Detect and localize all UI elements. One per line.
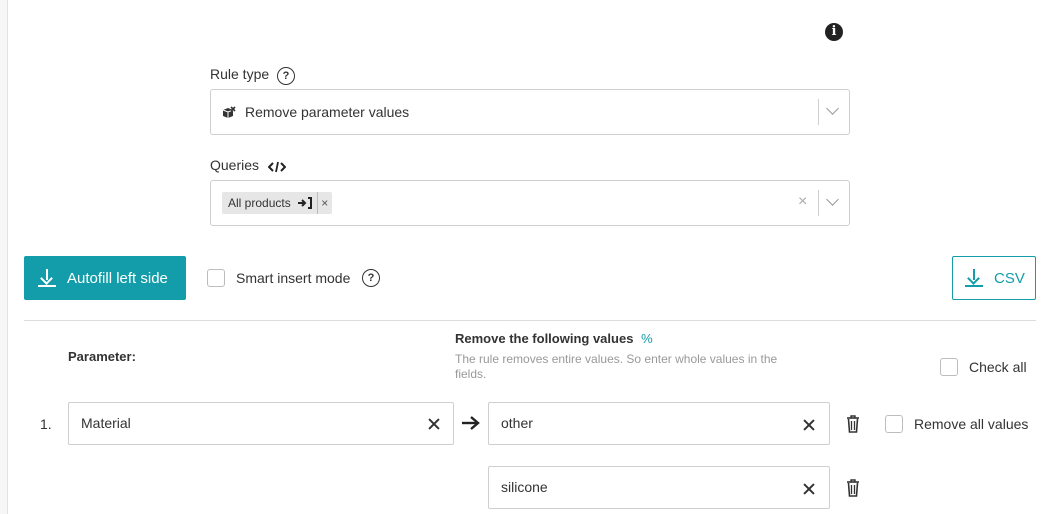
- value-input[interactable]: silicone: [488, 466, 830, 509]
- parameter-value: Material: [81, 415, 131, 431]
- check-all-checkbox[interactable]: [940, 358, 958, 376]
- check-all-label: Check all: [969, 359, 1027, 375]
- clear-value-icon[interactable]: [802, 482, 816, 496]
- smart-insert-label: Smart insert mode: [236, 270, 351, 286]
- box-remove-icon: [222, 106, 236, 118]
- arrow-right-icon: [462, 416, 480, 430]
- trash-icon[interactable]: [846, 415, 860, 433]
- query-chip-label: All products: [228, 196, 291, 210]
- value-text: other: [501, 415, 533, 431]
- parameter-header: Parameter:: [68, 349, 136, 364]
- left-panel-border: [0, 0, 8, 514]
- remove-all-label: Remove all values: [914, 416, 1029, 432]
- chip-remove-icon[interactable]: ×: [316, 192, 332, 214]
- value-input[interactable]: other: [488, 402, 830, 445]
- clear-parameter-icon[interactable]: [427, 417, 441, 431]
- autofill-label: Autofill left side: [67, 269, 168, 287]
- section-divider: [24, 320, 1036, 321]
- download-icon: [38, 268, 56, 288]
- info-icon[interactable]: i: [825, 23, 843, 41]
- csv-button[interactable]: CSV: [952, 256, 1036, 300]
- select-divider: [818, 190, 819, 216]
- query-chip: All products ×: [222, 192, 332, 214]
- row-number: 1.: [40, 416, 52, 432]
- clear-value-icon[interactable]: [802, 418, 816, 432]
- rule-type-select[interactable]: Remove parameter values: [210, 89, 850, 135]
- trash-icon[interactable]: [846, 479, 860, 497]
- smart-insert-checkbox[interactable]: [207, 269, 225, 287]
- download-icon: [965, 268, 983, 288]
- remove-all-checkbox[interactable]: [885, 415, 903, 433]
- values-header-text: Remove the following values: [455, 331, 634, 346]
- sign-in-icon: [297, 197, 312, 209]
- parameter-input[interactable]: Material: [68, 402, 454, 445]
- clear-icon[interactable]: ×: [798, 193, 807, 211]
- select-divider: [818, 99, 819, 125]
- values-header: Remove the following values %: [455, 331, 653, 346]
- csv-label: CSV: [994, 269, 1025, 287]
- rule-type-help-icon[interactable]: ?: [277, 67, 295, 85]
- queries-label: Queries: [210, 157, 260, 173]
- chevron-down-icon[interactable]: [826, 193, 839, 206]
- values-hint: The rule removes entire values. So enter…: [455, 352, 778, 381]
- rule-type-label: Rule type: [210, 66, 270, 82]
- queries-select[interactable]: All products × ×: [210, 180, 850, 226]
- value-text: silicone: [501, 479, 548, 495]
- rule-type-value: Remove parameter values: [245, 104, 410, 120]
- autofill-button[interactable]: Autofill left side: [24, 256, 186, 300]
- code-icon[interactable]: [268, 160, 286, 174]
- smart-insert-help-icon[interactable]: ?: [362, 269, 380, 287]
- percent-badge: %: [641, 331, 653, 346]
- chevron-down-icon[interactable]: [826, 102, 839, 115]
